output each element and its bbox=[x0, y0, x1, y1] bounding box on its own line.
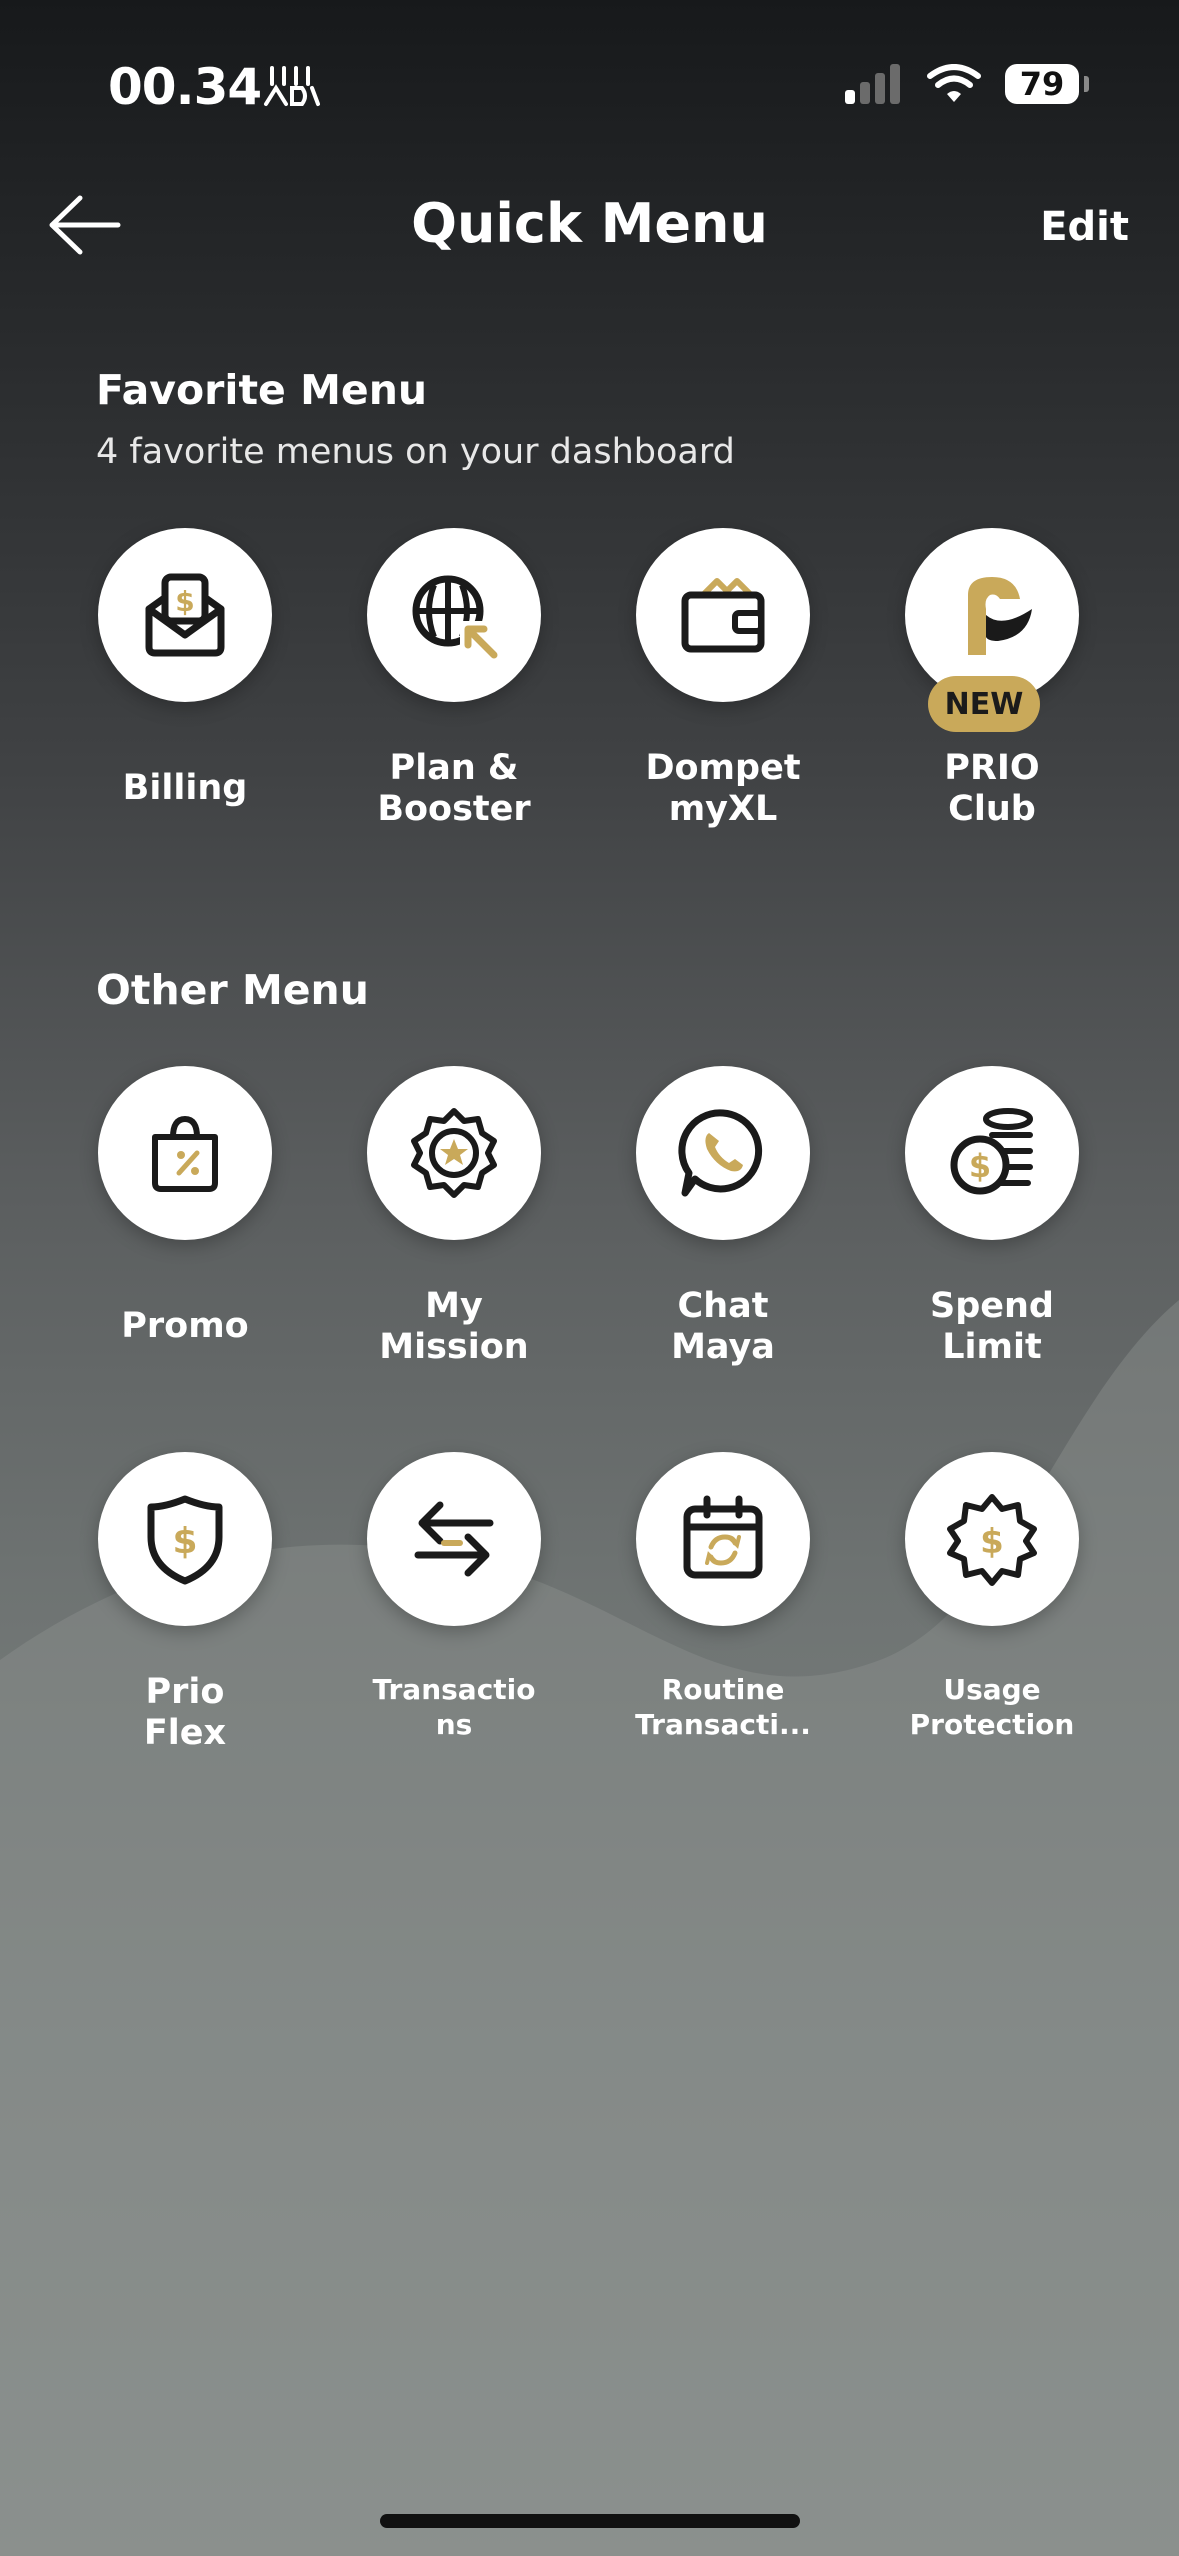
wifi-icon bbox=[927, 64, 981, 102]
menu-label: My Mission bbox=[379, 1286, 529, 1367]
menu-label: Usage Protection bbox=[909, 1673, 1075, 1741]
favorite-menu-title: Favorite Menu bbox=[96, 366, 428, 414]
mission-badge-icon bbox=[411, 1108, 497, 1198]
favorite-menu-subtitle: 4 favorite menus on your dashboard bbox=[96, 432, 735, 472]
menu-label: Promo bbox=[121, 1306, 249, 1346]
status-indicators: 79 bbox=[843, 64, 1089, 104]
shopping-bag-icon bbox=[152, 1115, 218, 1192]
gear-dollar-icon: $ bbox=[947, 1494, 1037, 1586]
svg-text:$: $ bbox=[980, 1522, 1004, 1562]
menu-label: Dompet myXL bbox=[645, 748, 801, 829]
billing-icon: $ bbox=[145, 573, 225, 657]
menu-label: Chat Maya bbox=[671, 1286, 775, 1367]
coins-icon: $ bbox=[950, 1108, 1033, 1195]
menu-label: Routine Transacti... bbox=[635, 1673, 811, 1741]
svg-text:$: $ bbox=[172, 1521, 197, 1562]
other-menu-title: Other Menu bbox=[96, 966, 369, 1014]
activity-icon bbox=[264, 66, 320, 106]
page-title: Quick Menu bbox=[411, 192, 768, 255]
battery-level: 79 bbox=[1019, 65, 1065, 103]
menu-label: Prio Flex bbox=[143, 1672, 227, 1753]
cellular-signal-icon bbox=[845, 64, 900, 104]
menu-label: PRIO Club bbox=[944, 748, 1040, 829]
menu-label: Plan & Booster bbox=[377, 748, 531, 829]
new-badge: NEW bbox=[928, 676, 1040, 732]
transfer-arrows-icon bbox=[414, 1501, 494, 1577]
battery-indicator: 79 bbox=[1005, 64, 1089, 104]
menu-label: Billing bbox=[122, 768, 248, 808]
chat-phone-icon bbox=[678, 1109, 763, 1197]
status-time: 00.34 bbox=[108, 58, 262, 116]
edit-button[interactable]: Edit bbox=[1040, 204, 1129, 250]
shield-dollar-icon: $ bbox=[147, 1495, 223, 1585]
wallet-icon bbox=[681, 578, 765, 653]
svg-text:$: $ bbox=[175, 585, 194, 618]
svg-text:$: $ bbox=[969, 1147, 991, 1185]
menu-label: Transactio ns bbox=[372, 1673, 536, 1741]
globe-cursor-icon bbox=[412, 575, 500, 661]
home-indicator bbox=[380, 2514, 800, 2528]
prio-logo-icon bbox=[968, 577, 1032, 655]
calendar-refresh-icon bbox=[683, 1495, 763, 1579]
menu-label: Spend Limit bbox=[930, 1286, 1054, 1367]
